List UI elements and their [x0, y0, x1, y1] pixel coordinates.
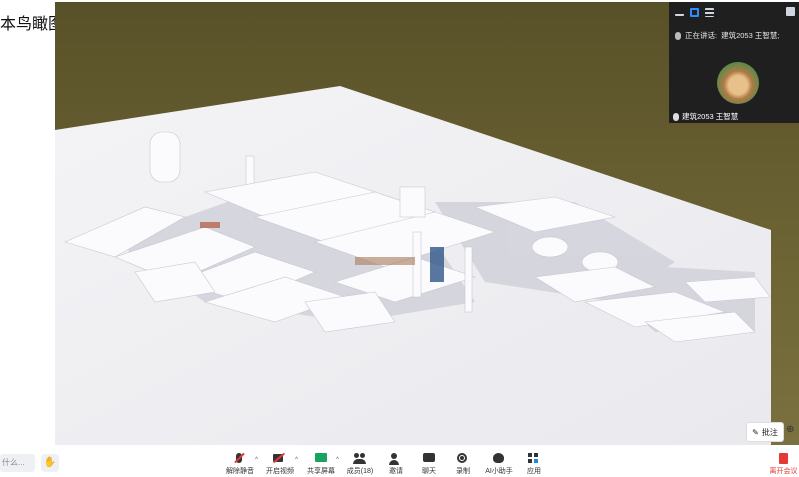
apps-button[interactable]: 应用	[514, 452, 554, 476]
raise-hand-icon[interactable]: ✋	[41, 454, 59, 472]
chat-quick-input[interactable]: 什么...	[0, 454, 35, 472]
leave-meeting-button[interactable]: 离开会议	[768, 452, 799, 476]
speaking-indicator: 正在讲话: 建筑2053 王智慧;	[675, 30, 779, 41]
participant-name-tag: 建筑2053 王智慧	[673, 111, 738, 122]
speaking-label: 正在讲话:	[685, 31, 718, 40]
chevron-up-icon[interactable]: ^	[336, 457, 339, 463]
record-icon	[443, 452, 483, 465]
zoom-icon[interactable]: ⊕	[786, 424, 798, 438]
speaker-mic-icon	[675, 31, 681, 40]
participant-name: 建筑2053 王智慧	[682, 112, 739, 121]
share-screen-icon	[301, 452, 341, 465]
chevron-up-icon[interactable]: ^	[295, 457, 298, 463]
pencil-icon: ✎	[752, 427, 759, 437]
share-screen-button[interactable]: ^ 共享屏幕	[301, 452, 341, 476]
mic-muted-icon	[220, 452, 260, 465]
chevron-up-icon[interactable]: ^	[255, 457, 258, 463]
annotate-label: 批注	[761, 427, 778, 437]
participant-mic-icon	[673, 112, 679, 121]
start-video-button[interactable]: ^ 开启视频	[260, 452, 300, 476]
gallery-view-icon[interactable]	[690, 7, 699, 17]
minimize-icon[interactable]	[675, 9, 684, 16]
members-button[interactable]: 成员(18)	[340, 452, 380, 476]
panel-menu-icon[interactable]	[786, 7, 795, 16]
camera-off-icon	[260, 452, 300, 465]
speaking-name: 建筑2053 王智慧;	[721, 31, 780, 40]
leave-icon	[768, 452, 799, 465]
ai-assistant-icon	[479, 452, 519, 465]
apps-icon	[514, 452, 554, 465]
video-panel: 正在讲话: 建筑2053 王智慧; 建筑2053 王智慧	[669, 2, 799, 123]
members-icon	[340, 452, 380, 465]
video-panel-toolbar	[669, 2, 799, 22]
participant-avatar	[717, 62, 759, 104]
list-view-icon[interactable]	[705, 7, 714, 17]
ai-assistant-button[interactable]: AI小助手	[479, 452, 519, 476]
annotate-button[interactable]: ✎ 批注	[746, 422, 784, 442]
unmute-button[interactable]: ^ 解除静音	[220, 452, 260, 476]
record-button[interactable]: 录制	[443, 452, 483, 476]
